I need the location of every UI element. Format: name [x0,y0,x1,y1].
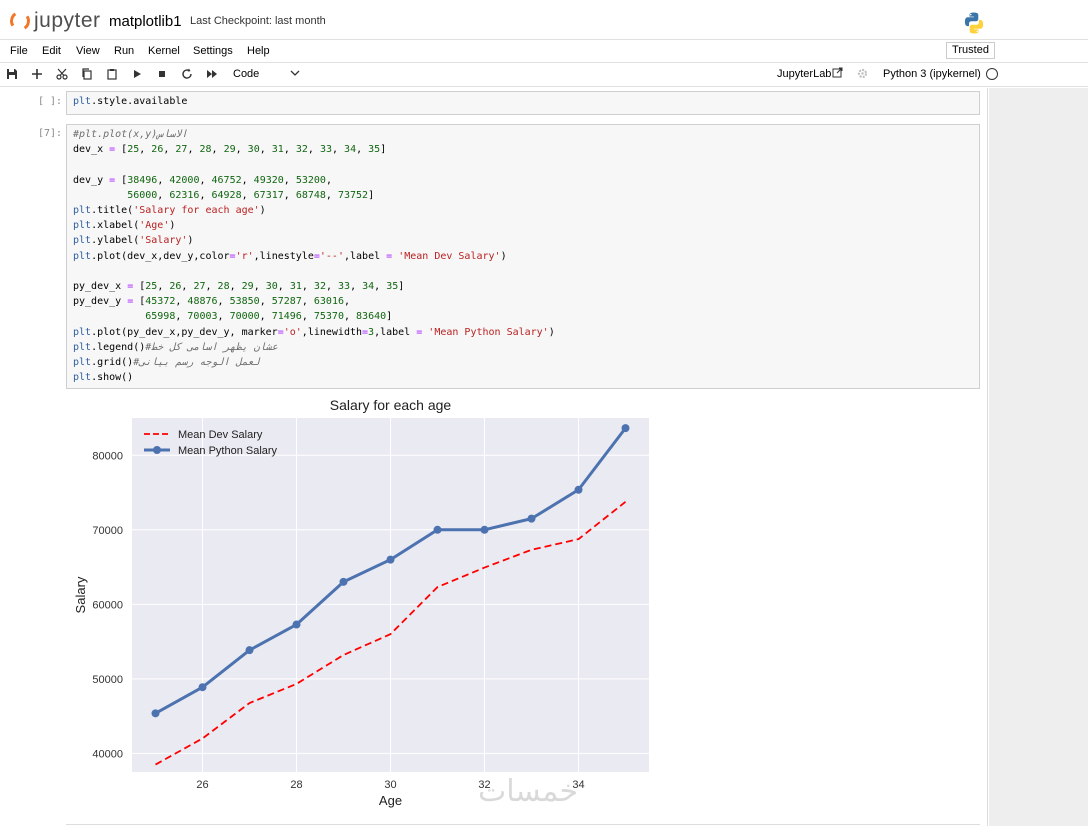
cut-icon[interactable] [55,67,69,81]
data-point [292,620,301,629]
code-line: py_dev_y = [45372, 48876, 53850, 57287, … [73,296,351,308]
jupyter-logo-icon [8,9,32,33]
checkpoint-status: Last Checkpoint: last month [190,15,326,27]
legend-label: Mean Dev Salary [178,429,263,441]
x-axis-label: Age [379,793,402,808]
paste-icon[interactable] [105,67,119,81]
code-line: #plt.plot(x,y)الاساس [73,129,188,140]
cell-prompt: [ ]: [38,96,63,107]
trusted-indicator[interactable]: Trusted [946,42,995,59]
kernel-status-icon [986,68,998,80]
chevron-down-icon[interactable] [290,67,300,79]
menu-file[interactable]: File [10,45,28,57]
logo-text: jupyter [34,9,101,32]
data-point [621,424,630,433]
menu-settings[interactable]: Settings [193,45,233,57]
code-line: plt.ylabel('Salary') [73,235,194,247]
code-line: py_dev_x = [25, 26, 27, 28, 29, 30, 31, … [73,281,405,292]
menu-view[interactable]: View [76,45,100,57]
code-line: plt.grid()#لعمل الوجه رسم بيانى [73,357,260,368]
cell-type-select[interactable]: Code [233,68,259,80]
python-logo-icon [964,12,984,34]
code-line: plt.style.available [73,96,188,107]
data-point [527,514,536,523]
y-axis-label: Salary [73,576,88,613]
x-tick-label: 28 [290,779,302,791]
jupyter-logo[interactable]: jupyter [8,9,100,33]
legend-label: Mean Python Salary [178,445,278,457]
menu-help[interactable]: Help [247,45,270,57]
divider [66,824,980,825]
data-point [433,525,442,534]
data-point [151,709,160,718]
y-tick-label: 80000 [92,450,123,462]
stop-icon[interactable] [155,67,169,81]
kernel-name[interactable]: Python 3 (ipykernel) [883,68,981,80]
x-tick-label: 26 [196,779,208,791]
data-point [386,555,395,564]
code-line: 65998, 70003, 70000, 71496, 75370, 83640… [145,311,393,323]
code-line: dev_x = [25, 26, 27, 28, 29, 30, 31, 32,… [73,144,387,156]
notebook-title[interactable]: matplotlib1 [109,13,182,30]
code-line: plt.plot(py_dev_x,py_dev_y, marker='o',l… [73,326,555,338]
add-cell-icon[interactable] [30,67,44,81]
data-point [245,646,254,655]
code-line: plt.show() [73,372,134,384]
menu-run[interactable]: Run [114,45,134,57]
y-tick-label: 70000 [92,525,123,537]
menu-edit[interactable]: Edit [42,45,61,57]
code-line: plt.xlabel('Age') [73,220,176,232]
code-line: dev_y = [38496, 42000, 46752, 49320, 532… [73,174,332,186]
run-icon[interactable] [130,67,144,81]
code-line: plt.legend()#عشان يظهر اسامى كل خط [73,341,278,353]
y-tick-label: 50000 [92,674,123,686]
watermark: خمسات [478,774,579,809]
chart-title: Salary for each age [330,397,452,413]
data-point [480,525,489,534]
data-point [574,485,583,494]
header: jupyter matplotlib1 Last Checkpoint: las… [0,0,1088,40]
y-tick-label: 60000 [92,599,123,611]
external-link-icon[interactable] [832,67,843,78]
menu-kernel[interactable]: Kernel [148,45,180,57]
code-cell-input[interactable]: plt.style.available [66,91,980,115]
fast-forward-icon[interactable] [205,67,219,81]
copy-icon[interactable] [80,67,94,81]
y-tick-label: 40000 [92,748,123,760]
restart-icon[interactable] [180,67,194,81]
x-tick-label: 30 [384,779,396,791]
code-cell-input[interactable]: #plt.plot(x,y)الاساس dev_x = [25, 26, 27,… [66,124,980,389]
jupyterlab-link[interactable]: JupyterLab [777,68,831,80]
cell-prompt: [7]: [38,128,63,139]
data-point [198,683,207,692]
data-point [339,577,348,586]
save-icon[interactable] [5,67,19,81]
legend-marker [153,446,161,454]
side-panel [989,88,1088,826]
code-line: plt.title('Salary for each age') [73,205,266,216]
gear-icon[interactable] [857,68,868,79]
code-line: 56000, 62316, 64928, 67317, 68748, 73752… [127,189,375,201]
chart-output: 26 28 30 32 344000050000600007000080000Salar… [73,397,649,808]
code-line: plt.plot(dev_x,dev_y,color='r',linestyle… [73,250,507,262]
